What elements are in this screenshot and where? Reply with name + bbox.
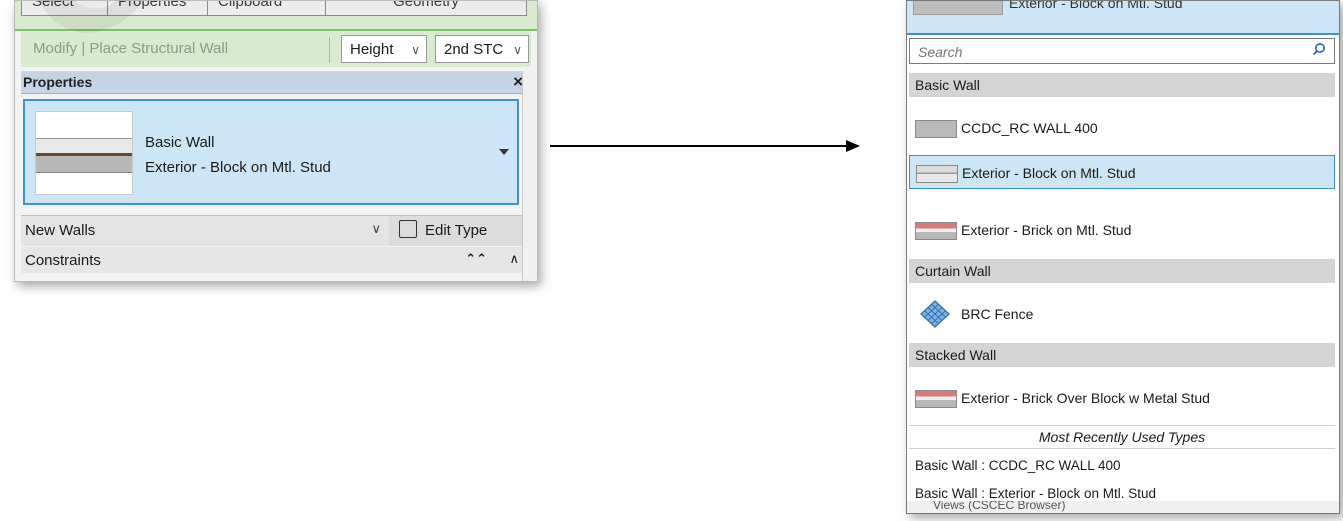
brick-swatch-icon	[915, 222, 957, 240]
group-header-curtain-wall: Curtain Wall	[909, 259, 1335, 283]
ribbon-tab-geometry[interactable]: Geometry	[325, 1, 527, 16]
contextual-options-bar: Modify | Place Structural Wall Height ∨ …	[21, 31, 531, 67]
type-name-label: Exterior - Block on Mtl. Stud	[145, 159, 331, 176]
list-item-selected[interactable]: Exterior - Block on Mtl. Stud	[909, 155, 1335, 189]
wall-swatch-icon	[916, 165, 958, 183]
project-browser-peek: Views (CSCEC Browser)	[907, 501, 1339, 513]
context-label: Modify | Place Structural Wall	[33, 40, 229, 57]
ribbon-tab-strip: Select Properties Clipboard Geometry	[15, 1, 537, 31]
collapse-icon[interactable]: ⌃⌃	[465, 251, 487, 267]
mru-item[interactable]: Basic Wall : Exterior - Block on Mtl. St…	[915, 486, 1156, 501]
search-field[interactable]	[909, 38, 1335, 64]
list-item[interactable]: BRC Fence	[909, 297, 1335, 331]
properties-palette: Select Properties Clipboard Geometry Mod…	[14, 0, 538, 282]
ribbon-tab-clipboard[interactable]: Clipboard	[207, 1, 329, 16]
list-item-label: Exterior - Brick on Mtl. Stud	[961, 222, 1132, 238]
list-item[interactable]: Exterior - Brick on Mtl. Stud	[909, 213, 1335, 247]
brick-swatch-icon	[915, 390, 957, 408]
level-dropdown-value: 2nd STC	[444, 41, 504, 58]
mru-item[interactable]: Basic Wall : CCDC_RC WALL 400	[915, 458, 1121, 473]
properties-title: Properties	[23, 74, 93, 90]
list-item[interactable]: CCDC_RC WALL 400	[909, 111, 1335, 145]
instance-filter-row: New Walls ∨ Edit Type	[21, 215, 531, 246]
group-header-label: Basic Wall	[915, 77, 980, 93]
group-header-label: Curtain Wall	[915, 263, 991, 279]
edit-type-label: Edit Type	[425, 222, 488, 239]
properties-title-bar: Properties ×	[21, 71, 529, 94]
height-dropdown[interactable]: Height ∨	[341, 35, 427, 63]
arrow-connector	[550, 140, 860, 152]
constraints-label: Constraints	[25, 252, 101, 269]
selected-type-label: Exterior - Block on Mtl. Stud	[1009, 0, 1183, 11]
wall-type-preview	[35, 111, 133, 195]
ribbon-tab-properties[interactable]: Properties	[107, 1, 221, 16]
chevron-down-icon: ∨	[371, 221, 381, 236]
scroll-up-icon[interactable]: ∧	[509, 251, 519, 267]
dropdown-arrow-icon[interactable]	[499, 149, 509, 155]
type-selector[interactable]: Basic Wall Exterior - Block on Mtl. Stud	[23, 99, 519, 205]
wall-type-preview	[913, 1, 1003, 15]
group-header-stacked-wall: Stacked Wall	[909, 343, 1335, 367]
search-input[interactable]	[916, 41, 1300, 63]
curtain-grid-icon	[920, 300, 950, 328]
type-family-label: Basic Wall	[145, 134, 215, 151]
scrollbar[interactable]	[522, 71, 535, 281]
level-dropdown[interactable]: 2nd STC ∨	[435, 35, 529, 63]
group-header-basic-wall: Basic Wall	[909, 73, 1335, 97]
chevron-down-icon: ∨	[513, 43, 522, 57]
chevron-down-icon: ∨	[411, 43, 420, 57]
type-dropdown-list: Exterior - Block on Mtl. Stud Basic Wall…	[906, 0, 1340, 514]
list-item-label: CCDC_RC WALL 400	[961, 120, 1098, 136]
list-item-label: Exterior - Brick Over Block w Metal Stud	[961, 390, 1210, 406]
wall-swatch-icon	[915, 120, 957, 138]
height-dropdown-value: Height	[350, 41, 394, 58]
instance-filter-value: New Walls	[25, 222, 96, 239]
instance-filter-dropdown[interactable]: New Walls ∨	[21, 216, 389, 246]
constraints-group-header[interactable]: Constraints ⌃⌃ ∧	[21, 247, 531, 273]
ribbon-tab-select[interactable]: Select	[21, 1, 113, 16]
group-header-label: Stacked Wall	[915, 347, 997, 363]
mru-header: Most Recently Used Types	[909, 425, 1335, 449]
list-item[interactable]: Exterior - Brick Over Block w Metal Stud	[909, 381, 1335, 415]
selected-type-header[interactable]: Exterior - Block on Mtl. Stud	[907, 1, 1339, 35]
browser-node-label: Views (CSCEC Browser)	[933, 501, 1066, 512]
search-icon[interactable]	[1312, 42, 1326, 56]
list-item-label: Exterior - Block on Mtl. Stud	[962, 165, 1136, 181]
list-item-label: BRC Fence	[961, 306, 1034, 322]
divider	[329, 37, 330, 63]
edit-type-icon	[399, 220, 417, 238]
